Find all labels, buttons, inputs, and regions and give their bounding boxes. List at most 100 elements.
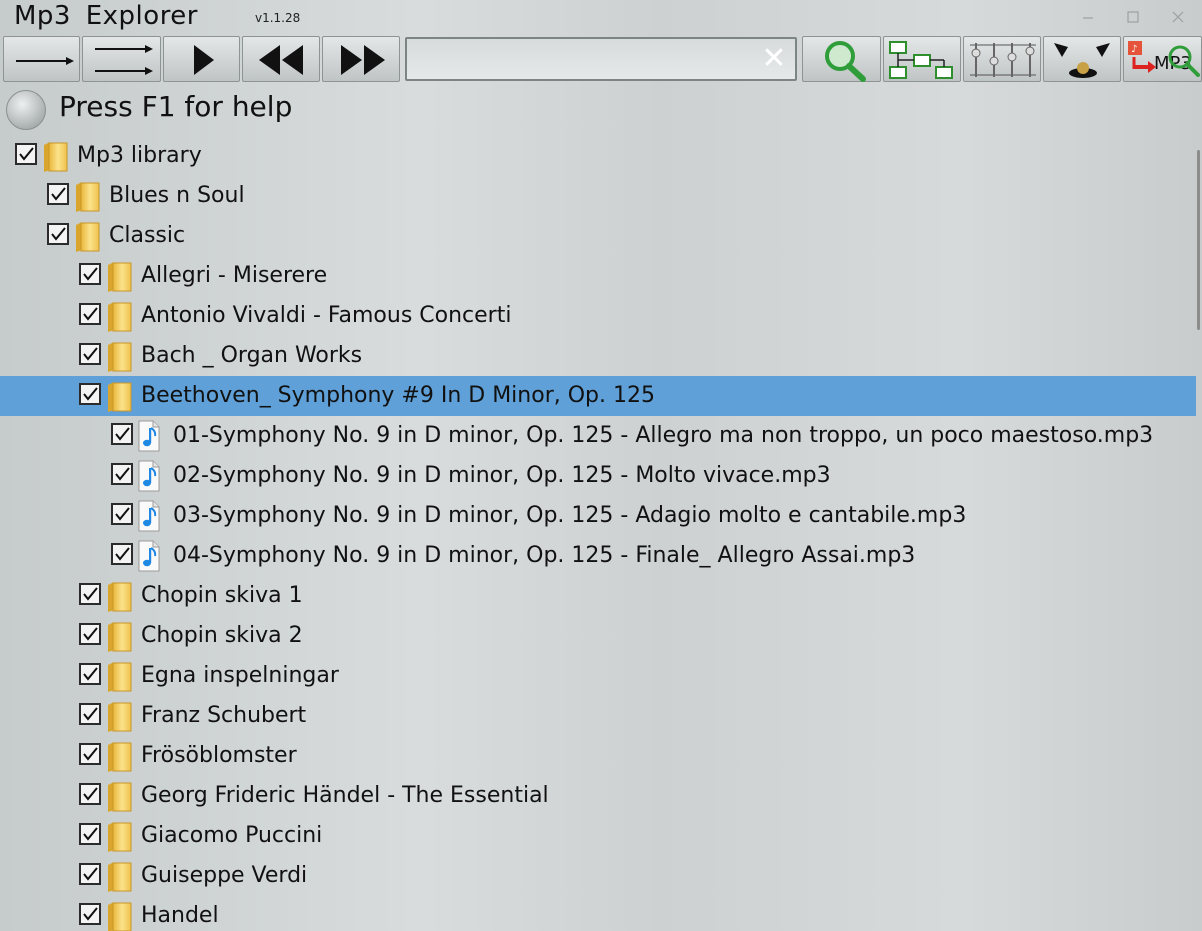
tree-item-checkbox[interactable] (79, 383, 101, 405)
folder-icon (108, 622, 132, 652)
tree-item-checkbox[interactable] (111, 543, 133, 565)
clear-search-button[interactable]: ✕ (761, 44, 787, 74)
tree-item-checkbox[interactable] (79, 743, 101, 765)
tree-item-folder[interactable]: Classic (0, 216, 1196, 256)
tree-item-folder[interactable]: Handel (0, 896, 1196, 931)
tree-item-folder[interactable]: Frösöblomster (0, 736, 1196, 776)
tree-item-folder[interactable]: Allegri - Miserere (0, 256, 1196, 296)
tree-item-folder[interactable]: Franz Schubert (0, 696, 1196, 736)
tree-item-checkbox[interactable] (79, 703, 101, 725)
tree-item-folder[interactable]: Beethoven_ Symphony #9 In D Minor, Op. 1… (0, 376, 1196, 416)
rewind-button[interactable] (242, 36, 320, 82)
tree-item-checkbox[interactable] (79, 663, 101, 685)
tree-item-folder[interactable]: Guiseppe Verdi (0, 856, 1196, 896)
mp3-search-button[interactable]: ♪ MP3 (1123, 36, 1202, 82)
search-input[interactable] (413, 45, 757, 75)
double-arrow-right-icon (95, 45, 153, 75)
folder-icon-wrap (104, 899, 134, 931)
tree-item-label: Classic (109, 223, 186, 248)
tree-scrollbar[interactable] (1196, 136, 1202, 931)
check-icon (83, 667, 98, 681)
folder-icon (108, 902, 132, 931)
folder-icon (108, 702, 132, 732)
tree-item-checkbox[interactable] (79, 263, 101, 285)
tree-item-checkbox[interactable] (79, 783, 101, 805)
folder-icon-wrap (104, 339, 134, 377)
check-icon (115, 547, 130, 561)
music-file-icon-wrap (136, 499, 162, 537)
music-file-icon (138, 500, 160, 532)
folder-icon (108, 302, 132, 332)
version-label: v1.1.28 (255, 11, 301, 25)
play-button[interactable] (163, 36, 240, 82)
music-file-icon-wrap (136, 419, 162, 457)
tree-item-folder[interactable]: Egna inspelningar (0, 656, 1196, 696)
search-button[interactable] (802, 36, 881, 82)
folder-icon-wrap (72, 219, 102, 257)
folder-icon-wrap (104, 579, 134, 617)
tree-item-checkbox[interactable] (79, 623, 101, 645)
folder-icon (108, 342, 132, 372)
check-icon (83, 267, 98, 281)
tree-item-folder[interactable]: Bach _ Organ Works (0, 336, 1196, 376)
close-button[interactable] (1167, 6, 1189, 28)
status-text: Press F1 for help (59, 90, 293, 123)
check-icon (115, 427, 130, 441)
check-icon (83, 627, 98, 641)
play-all-button[interactable] (82, 36, 161, 82)
tree-item-folder[interactable]: Blues n Soul (0, 176, 1196, 216)
folder-icon-wrap (104, 659, 134, 697)
tree-item-folder[interactable]: Georg Frideric Händel - The Essential (0, 776, 1196, 816)
tree-item-label: Guiseppe Verdi (141, 863, 308, 888)
folder-icon (76, 222, 100, 252)
tree-item-checkbox[interactable] (111, 423, 133, 445)
fast-forward-icon (341, 45, 385, 75)
check-icon (83, 827, 98, 841)
tree-item-folder[interactable]: Chopin skiva 1 (0, 576, 1196, 616)
tree-item-checkbox[interactable] (79, 303, 101, 325)
tree-item-checkbox[interactable] (79, 903, 101, 925)
check-icon (83, 387, 98, 401)
maximize-button[interactable] (1122, 6, 1144, 28)
folder-icon (108, 742, 132, 772)
scrollbar-thumb[interactable] (1197, 150, 1200, 330)
folder-icon (76, 182, 100, 212)
tree-item-label: Georg Frideric Händel - The Essential (141, 783, 549, 808)
tree-item-checkbox[interactable] (79, 583, 101, 605)
folder-icon-wrap (104, 779, 134, 817)
tree-item-folder[interactable]: Chopin skiva 2 (0, 616, 1196, 656)
svg-text:♪: ♪ (1131, 44, 1137, 55)
tree-item-checkbox[interactable] (111, 503, 133, 525)
fast-forward-button[interactable] (322, 36, 400, 82)
tree-item-checkbox[interactable] (79, 863, 101, 885)
tree-item-checkbox[interactable] (79, 343, 101, 365)
tree-item-file[interactable]: 04-Symphony No. 9 in D minor, Op. 125 - … (0, 536, 1196, 576)
tree-item-label: Chopin skiva 2 (141, 623, 303, 648)
check-icon (51, 187, 66, 201)
tree-item-label: Handel (141, 903, 219, 928)
tree-item-checkbox[interactable] (47, 223, 69, 245)
tree-item-checkbox[interactable] (111, 463, 133, 485)
tree-item-checkbox[interactable] (47, 183, 69, 205)
tree-item-folder[interactable]: Giacomo Puccini (0, 816, 1196, 856)
library-tree: Mp3 library Blues n Soul Classic Allegri (0, 136, 1196, 931)
folder-icon (108, 662, 132, 692)
tree-view-button[interactable] (883, 36, 961, 82)
app-title: Mp3 Explorer (14, 1, 198, 31)
folder-icon-wrap (104, 379, 134, 417)
check-icon (83, 787, 98, 801)
minimize-button[interactable] (1077, 6, 1099, 28)
folder-icon-wrap (104, 859, 134, 897)
tree-item-checkbox[interactable] (15, 143, 37, 165)
tree-item-folder[interactable]: Antonio Vivaldi - Famous Concerti (0, 296, 1196, 336)
speakers-button[interactable] (1043, 36, 1121, 82)
tree-item-checkbox[interactable] (79, 823, 101, 845)
tree-item-folder[interactable]: Mp3 library (0, 136, 1196, 176)
tree-item-file[interactable]: 01-Symphony No. 9 in D minor, Op. 125 - … (0, 416, 1196, 456)
play-single-button[interactable] (3, 36, 80, 82)
tree-item-label: 03-Symphony No. 9 in D minor, Op. 125 - … (173, 503, 967, 528)
equalizer-button[interactable] (963, 36, 1041, 82)
tree-item-file[interactable]: 03-Symphony No. 9 in D minor, Op. 125 - … (0, 496, 1196, 536)
folder-icon (108, 782, 132, 812)
tree-item-file[interactable]: 02-Symphony No. 9 in D minor, Op. 125 - … (0, 456, 1196, 496)
